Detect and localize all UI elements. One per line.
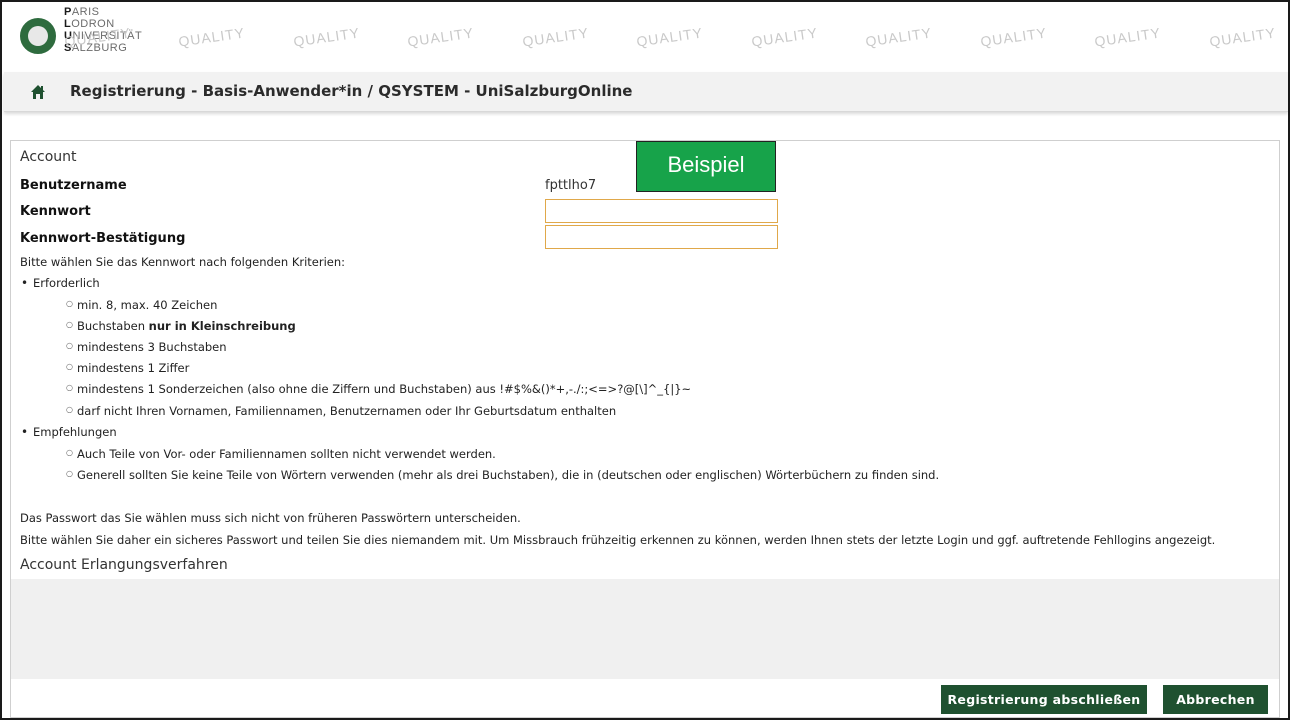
criteria-item: darf nicht Ihren Vornamen, Familiennamen… xyxy=(66,404,616,418)
recommend-item: Generell sollten Sie keine Teile von Wör… xyxy=(66,468,939,482)
quality-watermark-strip: QUALITY QUALITY QUALITY QUALITY QUALITY … xyxy=(64,26,1290,56)
password-confirm-label: Kennwort-Bestätigung xyxy=(20,231,186,246)
quality-watermark: QUALITY xyxy=(979,26,1048,50)
recommend-item: Auch Teile von Vor- oder Familiennamen s… xyxy=(66,447,496,461)
username-value: fpttlho7 xyxy=(545,178,597,193)
quality-watermark: QUALITY xyxy=(1093,26,1162,50)
recommend-heading: Empfehlungen xyxy=(21,425,117,439)
recovery-content-area xyxy=(11,579,1279,679)
registration-panel: Beispiel Account Benutzername fpttlho7 K… xyxy=(10,140,1280,718)
quality-watermark: QUALITY xyxy=(864,26,934,50)
title-bar: Registrierung - Basis-Anwender*in / QSYS… xyxy=(4,72,1288,112)
university-seal-icon xyxy=(20,18,56,54)
example-badge: Beispiel xyxy=(636,141,776,192)
quality-watermark: QUALITY xyxy=(64,26,132,50)
page-frame: PARIS LODRON UNIVERSITÄT SALZBURG QUALIT… xyxy=(0,0,1290,720)
criteria-item: mindestens 1 Ziffer xyxy=(66,361,189,375)
criteria-item: Buchstaben nur in Kleinschreibung xyxy=(66,319,296,333)
section-title-recovery: Account Erlangungsverfahren xyxy=(20,557,228,573)
form-footer: Registrierung abschließen Abbrechen xyxy=(11,679,1279,717)
quality-watermark: QUALITY xyxy=(635,26,705,50)
username-label: Benutzername xyxy=(20,178,127,193)
quality-watermark: QUALITY xyxy=(1207,26,1277,50)
required-heading: Erforderlich xyxy=(21,276,100,290)
quality-watermark: QUALITY xyxy=(177,26,247,50)
complete-registration-button[interactable]: Registrierung abschließen xyxy=(941,685,1147,714)
top-header: PARIS LODRON UNIVERSITÄT SALZBURG QUALIT… xyxy=(4,4,1288,72)
password-note: Das Passwort das Sie wählen muss sich ni… xyxy=(20,511,521,525)
quality-watermark: QUALITY xyxy=(406,26,476,50)
password-confirm-input[interactable] xyxy=(545,225,778,249)
quality-watermark: QUALITY xyxy=(750,26,819,50)
page-title: Registrierung - Basis-Anwender*in / QSYS… xyxy=(70,82,633,100)
criteria-intro: Bitte wählen Sie das Kennwort nach folge… xyxy=(20,255,346,269)
home-icon[interactable] xyxy=(30,84,46,100)
cancel-button[interactable]: Abbrechen xyxy=(1163,685,1268,714)
criteria-item: mindestens 1 Sonderzeichen (also ohne di… xyxy=(66,382,691,396)
criteria-item: min. 8, max. 40 Zeichen xyxy=(66,298,217,312)
criteria-item: mindestens 3 Buchstaben xyxy=(66,340,227,354)
security-note: Bitte wählen Sie daher ein sicheres Pass… xyxy=(20,533,1216,547)
quality-watermark: QUALITY xyxy=(521,26,590,50)
criteria-emphasis: nur in Kleinschreibung xyxy=(148,319,296,333)
password-label: Kennwort xyxy=(20,204,91,219)
password-input[interactable] xyxy=(545,199,778,223)
section-title-account: Account xyxy=(20,149,77,165)
quality-watermark: QUALITY xyxy=(292,26,361,50)
